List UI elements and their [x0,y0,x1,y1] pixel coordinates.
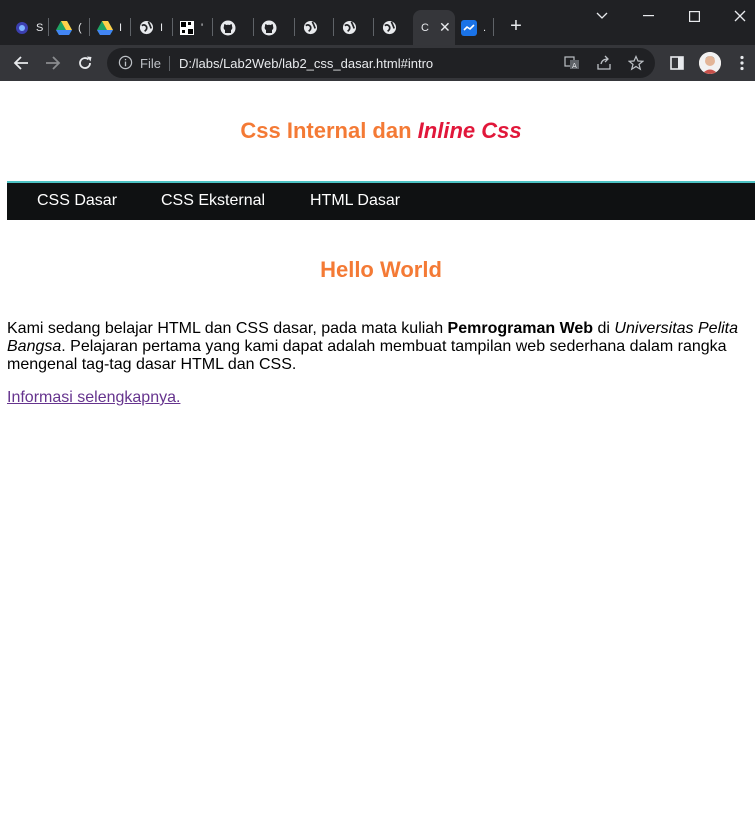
address-divider [169,56,170,71]
kebab-menu-icon[interactable] [733,54,751,72]
intro-paragraph: Kami sedang belajar HTML dan CSS dasar, … [7,320,747,374]
minimize-icon [642,15,654,17]
share-icon[interactable] [596,55,612,71]
arrow-right-icon [46,56,61,70]
browser-tab[interactable] [220,10,242,45]
nav-link-css-eksternal[interactable]: CSS Eksternal [161,192,265,210]
more-info-link[interactable]: Informasi selengkapnya. [7,389,180,407]
tab-title: C [421,21,429,34]
back-button[interactable] [9,51,33,75]
qr-icon [179,20,195,36]
url-text[interactable]: D:/labs/Lab2Web/lab2_css_dasar.html#intr… [179,56,433,71]
star-icon[interactable] [628,55,644,71]
google-drive-icon [56,20,72,36]
page-title: Css Internal dan Inline Css [0,118,755,144]
new-tab-button[interactable]: + [506,14,526,38]
forward-button[interactable] [41,51,65,75]
chevron-down-icon [596,12,608,19]
side-panel-icon[interactable] [668,54,686,72]
paragraph-bold: Pemrograman Web [447,320,594,337]
reload-icon [79,56,92,69]
avatar[interactable] [699,52,721,74]
tab-title: . [483,21,487,34]
page-title-italic: Inline Css [417,118,522,143]
globe-icon [341,20,357,36]
address-bar[interactable]: File D:/labs/Lab2Web/lab2_css_dasar.html… [107,48,655,78]
close-icon [734,10,746,22]
google-drive-icon [97,20,113,36]
svg-text:A: A [572,62,577,70]
tab-title: ( [78,21,82,34]
browser-tab[interactable]: ( [56,10,82,45]
paragraph-text: . Pelajaran pertama yang kami dapat adal… [7,338,727,373]
app-icon [14,20,30,36]
tab-strip: S ( I I ' C ✕ . + [0,0,755,45]
reload-button[interactable] [73,51,97,75]
github-icon [261,20,277,36]
globe-icon [381,20,397,36]
arrow-left-icon [13,56,28,70]
translate-icon[interactable]: A [564,55,580,71]
tab-separator [373,18,374,36]
browser-tab[interactable] [302,10,324,45]
browser-tab[interactable]: I [138,10,163,45]
nav-link-html-dasar[interactable]: HTML Dasar [310,192,400,210]
paragraph-text: di [593,320,615,337]
tab-separator [89,18,90,36]
tab-separator [130,18,131,36]
maximize-icon [688,10,700,22]
browser-tab[interactable]: S [14,10,43,45]
main-nav: CSS Dasar CSS Eksternal HTML Dasar [7,181,755,220]
browser-tab[interactable] [341,10,363,45]
globe-icon [138,20,154,36]
info-icon[interactable] [118,55,133,75]
window-close-button[interactable] [717,4,755,28]
tab-search-button[interactable] [579,4,625,28]
browser-tab[interactable]: . [461,10,486,45]
browser-tab[interactable] [261,10,283,45]
browser-tab[interactable] [381,10,403,45]
page-content: Css Internal dan Inline Css CSS Dasar CS… [0,81,755,824]
tab-separator [172,18,173,36]
paragraph-text: Kami sedang belajar HTML dan CSS dasar, … [7,320,448,337]
browser-tab-active[interactable]: C ✕ [413,10,455,45]
tab-separator [493,18,494,36]
globe-icon [302,20,318,36]
tab-separator [48,18,49,36]
tab-separator [294,18,295,36]
page-title-main: Css Internal dan [240,118,418,143]
chart-icon [461,19,477,36]
tab-title: I [119,21,123,34]
browser-toolbar: File D:/labs/Lab2Web/lab2_css_dasar.html… [0,45,755,81]
minimize-button[interactable] [625,4,671,28]
tab-separator [333,18,334,36]
maximize-button[interactable] [671,4,717,28]
tab-title: S [36,21,44,34]
close-icon[interactable]: ✕ [439,19,451,36]
tab-title: ' [201,21,204,34]
tab-separator [253,18,254,36]
section-heading: Hello World [320,257,442,282]
github-icon [220,20,236,36]
nav-link-css-dasar[interactable]: CSS Dasar [37,192,117,210]
tab-separator [212,18,213,36]
browser-tab[interactable]: ' [179,10,203,45]
tab-title: I [160,21,164,34]
scheme-label: File [140,56,161,71]
browser-tab[interactable]: I [97,10,122,45]
